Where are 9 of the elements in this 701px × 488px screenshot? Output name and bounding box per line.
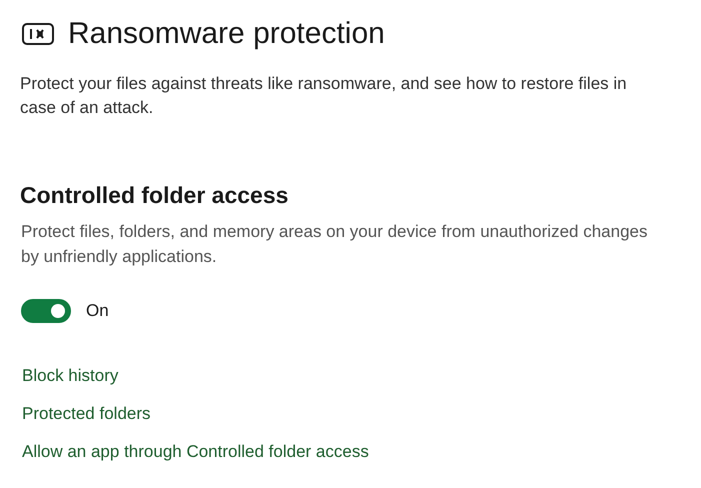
toggle-switch[interactable]	[21, 299, 71, 323]
page-title: Ransomware protection	[68, 17, 385, 51]
link[interactable]: Allow an app through Controlled folder access	[22, 441, 369, 463]
toggle-label: On	[86, 301, 109, 321]
section-description: Protect files, folders, and memory areas on your device from unauthorized changes by unfriendly applications.	[21, 221, 648, 268]
page-description: Protect your files against threats like ransomware, and see how to restore files in case of an attack.	[20, 73, 628, 119]
link[interactable]: Protected folders	[22, 403, 151, 425]
link[interactable]: Block history	[22, 365, 118, 387]
section-heading: Controlled folder access	[20, 182, 290, 209]
